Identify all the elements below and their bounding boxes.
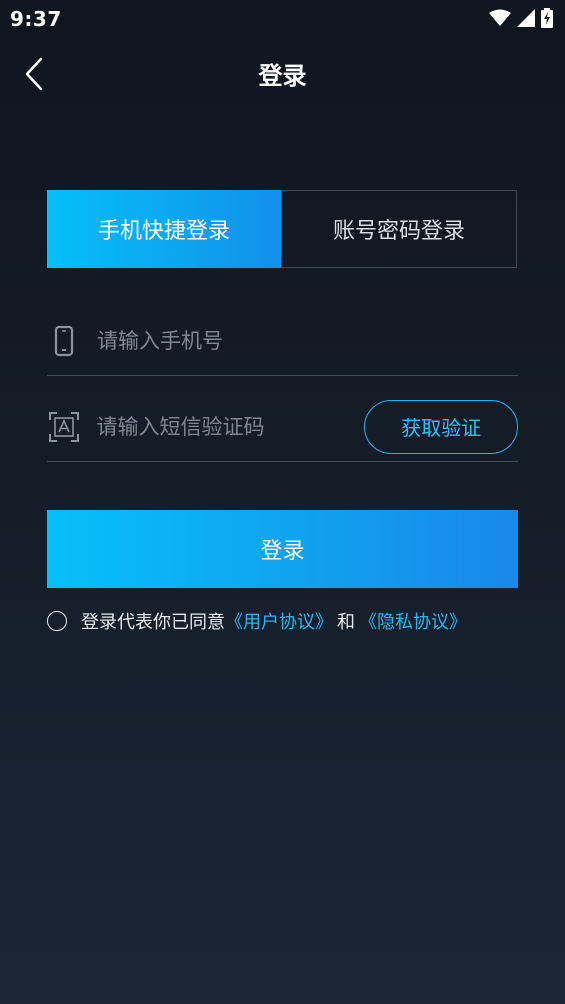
phone-field [47, 306, 518, 376]
battery-charging-icon [541, 8, 553, 28]
user-agreement-link[interactable]: 《用户协议》 [225, 608, 333, 634]
login-mode-tabs: 手机快捷登录 账号密码登录 [47, 190, 517, 268]
wifi-icon [489, 9, 511, 26]
agreement-and-text: 和 [337, 612, 355, 633]
status-time: 9:37 [10, 7, 62, 31]
cellular-signal-icon [517, 9, 535, 27]
tab-account-password-login[interactable]: 账号密码登录 [281, 190, 517, 268]
agreement-prefix-text: 登录代表你已同意 [81, 612, 225, 633]
agreement-row: 登录代表你已同意 《用户协议》 和 《隐私协议》 [47, 608, 467, 634]
mobile-phone-icon [47, 324, 81, 358]
tab-phone-quick-login[interactable]: 手机快捷登录 [47, 190, 281, 268]
get-code-button[interactable]: 获取验证 [364, 399, 518, 454]
nav-bar: 登录 [0, 44, 565, 104]
page-title: 登录 [258, 62, 307, 90]
status-bar: 9:37 [0, 0, 565, 40]
phone-input[interactable] [97, 328, 518, 353]
agreement-checkbox[interactable] [47, 611, 67, 631]
privacy-policy-link[interactable]: 《隐私协议》 [359, 608, 467, 634]
login-button[interactable]: 登录 [47, 510, 518, 588]
sms-code-input[interactable] [96, 414, 365, 439]
verification-code-icon [47, 410, 80, 444]
status-icons [489, 8, 553, 28]
sms-code-field: 获取验证 [47, 392, 518, 462]
